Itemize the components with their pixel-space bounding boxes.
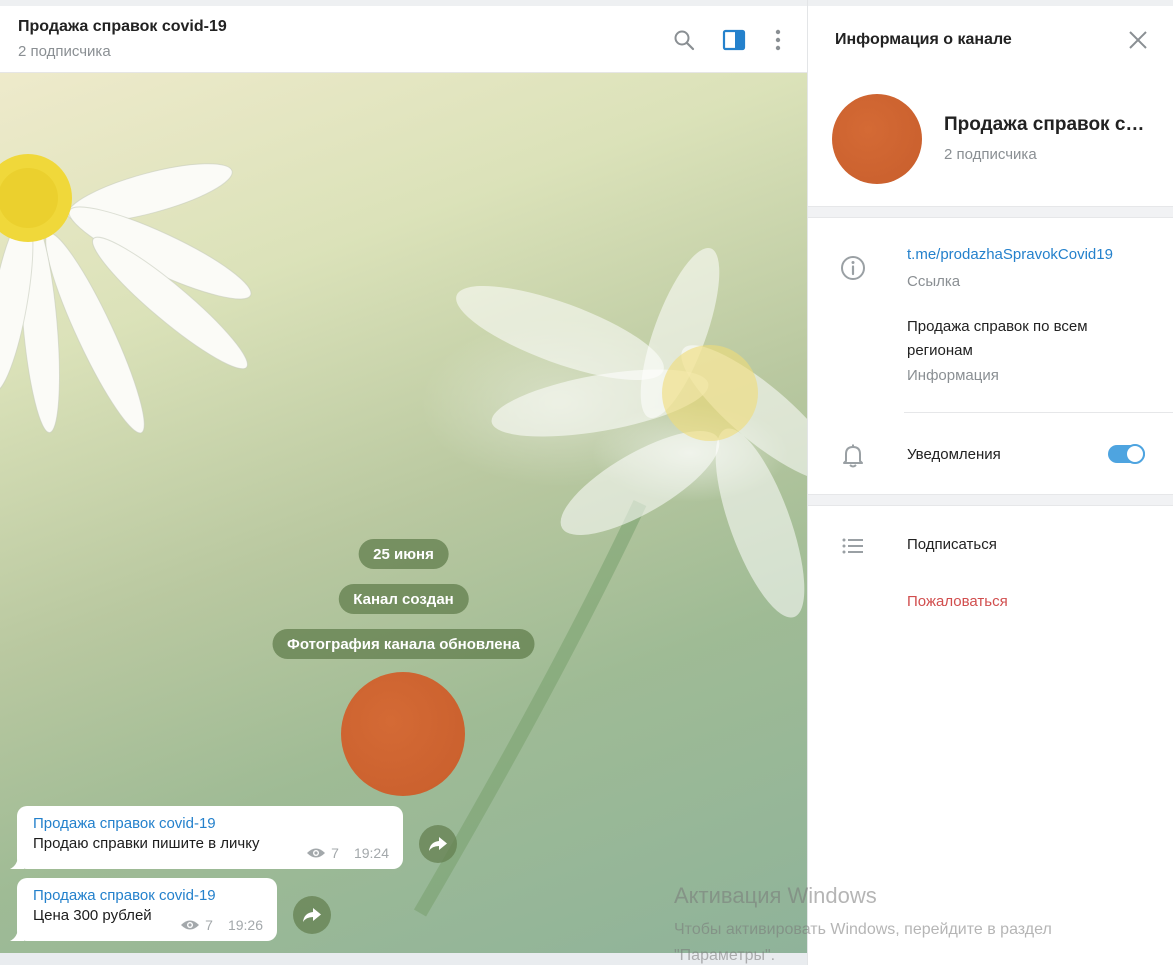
description-label: Информация bbox=[907, 367, 999, 384]
more-menu-button[interactable] bbox=[764, 26, 792, 54]
service-message-channel-created: Канал создан bbox=[338, 584, 469, 614]
close-icon bbox=[1129, 31, 1147, 49]
channel-subscriber-count: 2 подписчика bbox=[944, 146, 1037, 163]
channel-description: Продажа справок по всем регионам bbox=[907, 318, 1088, 359]
section-separator bbox=[808, 206, 1173, 218]
share-button[interactable] bbox=[419, 825, 457, 863]
message-bubble[interactable]: Продажа справок covid-19 Цена 300 рублей… bbox=[10, 878, 277, 941]
close-panel-button[interactable] bbox=[1124, 26, 1152, 54]
channel-link[interactable]: t.me/prodazhaSpravokCovid19 bbox=[907, 246, 1147, 263]
channel-name: Продажа справок covid-19 bbox=[944, 114, 1154, 135]
message-meta: 7 19:24 bbox=[306, 845, 389, 861]
toggle-info-panel-button[interactable] bbox=[720, 26, 748, 54]
section-separator bbox=[808, 494, 1173, 506]
share-icon bbox=[303, 908, 321, 922]
sidebar-toggle-icon bbox=[722, 29, 746, 51]
more-vertical-icon bbox=[775, 29, 781, 51]
message-time: 19:26 bbox=[227, 917, 263, 933]
link-label: Ссылка bbox=[907, 273, 961, 290]
message-meta: 7 19:26 bbox=[180, 917, 263, 933]
message-author[interactable]: Продажа справок covid-19 bbox=[33, 887, 261, 904]
share-icon bbox=[429, 837, 447, 851]
notifications-toggle[interactable] bbox=[1108, 444, 1145, 464]
subscribe-button[interactable]: Подписаться bbox=[907, 536, 997, 553]
view-count: 7 bbox=[331, 845, 339, 861]
search-button[interactable] bbox=[670, 26, 698, 54]
chat-title[interactable]: Продажа справок covid-19 bbox=[18, 18, 227, 36]
info-icon bbox=[840, 255, 866, 281]
message-time: 19:24 bbox=[353, 845, 389, 861]
bubble-tail bbox=[10, 855, 24, 869]
panel-title: Информация о канале bbox=[835, 31, 1012, 48]
report-button[interactable]: Пожаловаться bbox=[907, 593, 1008, 610]
notifications-label: Уведомления bbox=[907, 446, 1001, 463]
eye-icon bbox=[181, 920, 200, 930]
chat-header: Продажа справок covid-19 2 подписчика bbox=[0, 6, 807, 73]
list-icon bbox=[840, 533, 866, 559]
view-count: 7 bbox=[205, 917, 213, 933]
date-separator: 25 июня bbox=[358, 539, 449, 569]
divider bbox=[904, 412, 1173, 413]
channel-info-panel: Информация о канале Продажа справок covi… bbox=[808, 6, 1173, 965]
service-message-photo-updated: Фотография канала обновлена bbox=[272, 629, 535, 659]
eye-icon bbox=[307, 848, 326, 858]
message-author[interactable]: Продажа справок covid-19 bbox=[33, 815, 387, 832]
share-button[interactable] bbox=[293, 896, 331, 934]
toggle-knob bbox=[1125, 444, 1145, 464]
channel-avatar[interactable] bbox=[832, 94, 922, 184]
bubble-tail bbox=[10, 927, 24, 941]
channel-photo[interactable] bbox=[341, 672, 465, 796]
chat-area: 25 июня Канал создан Фотография канала о… bbox=[0, 73, 807, 953]
chat-subscriber-count: 2 подписчика bbox=[18, 43, 111, 60]
message-bubble[interactable]: Продажа справок covid-19 Продаю справки … bbox=[10, 806, 403, 869]
search-icon bbox=[674, 30, 695, 51]
bell-icon bbox=[840, 443, 866, 469]
